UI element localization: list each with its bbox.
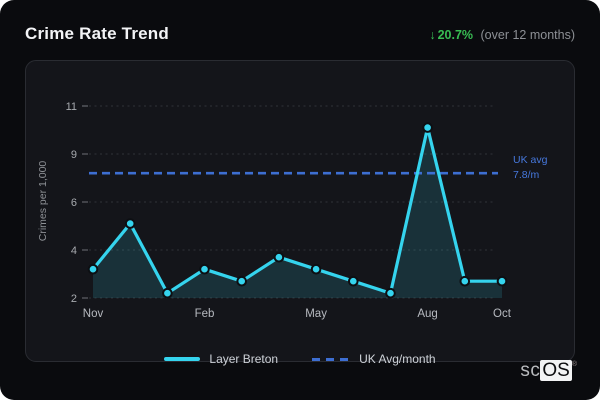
chart-card: 2 4 6 9 11 UK avg 7.8/m Nov Feb May Aug Oct Crime…	[25, 60, 575, 362]
logo-suffix: OS	[540, 360, 572, 381]
series-area	[93, 127, 502, 298]
svg-text:Nov: Nov	[83, 308, 104, 320]
svg-text:6: 6	[71, 197, 77, 209]
x-axis-labels: Nov Feb May Aug Oct	[83, 308, 512, 320]
y-axis-ticks: 2 4 6 9 11	[66, 101, 88, 305]
chart-legend: Layer Breton UK Avg/month	[0, 352, 600, 366]
reference-dash-swatch-icon	[312, 357, 351, 361]
svg-text:11: 11	[66, 101, 77, 113]
svg-text:7.8/m: 7.8/m	[513, 169, 540, 181]
trend-stat: ↓ 20.7% (over 12 months)	[429, 28, 575, 42]
logo-prefix: sc	[520, 360, 541, 381]
trend-caption: (over 12 months)	[480, 28, 575, 42]
svg-text:May: May	[305, 308, 327, 320]
svg-text:Feb: Feb	[195, 308, 215, 320]
registered-mark: ®	[571, 361, 577, 368]
y-axis-title: Crimes per 1,000	[37, 161, 49, 242]
svg-text:4: 4	[71, 245, 77, 257]
crime-dashboard: Crime Rate Trend ↓ 20.7% (over 12 months)…	[0, 0, 600, 400]
legend-item-series[interactable]: Layer Breton	[164, 352, 278, 366]
crime-trend-chart: 2 4 6 9 11 UK avg 7.8/m Nov Feb May Aug Oct Crime…	[37, 101, 548, 320]
svg-text:UK avg: UK avg	[513, 154, 548, 166]
header: Crime Rate Trend ↓ 20.7% (over 12 months)	[25, 24, 575, 44]
arrow-down-icon: ↓	[429, 28, 436, 42]
page-title: Crime Rate Trend	[25, 24, 169, 43]
legend-item-reference[interactable]: UK Avg/month	[312, 352, 436, 366]
uk-avg-label: UK avg 7.8/m	[513, 154, 548, 181]
legend-reference-label: UK Avg/month	[359, 352, 436, 366]
legend-series-label: Layer Breton	[209, 352, 279, 366]
series-line-swatch-icon	[164, 357, 201, 361]
svg-text:Aug: Aug	[417, 308, 437, 320]
svg-text:2: 2	[71, 293, 77, 305]
trend-percentage: 20.7%	[437, 28, 474, 42]
scos-logo: sc OS ®	[520, 360, 577, 382]
svg-text:9: 9	[71, 149, 77, 161]
svg-text:Oct: Oct	[493, 308, 512, 320]
